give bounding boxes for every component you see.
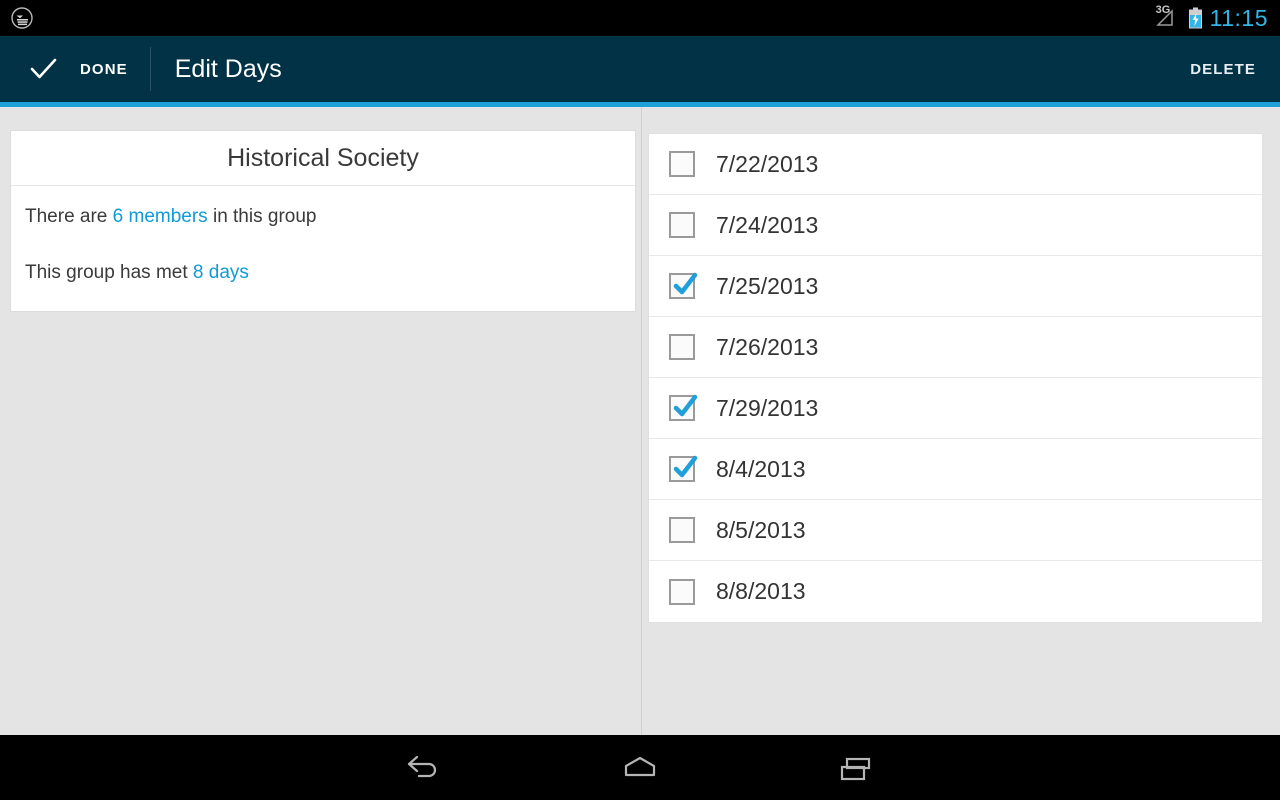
- date-label: 7/24/2013: [716, 211, 819, 238]
- checkbox-unchecked[interactable]: [669, 151, 695, 177]
- done-button[interactable]: DONE: [0, 36, 150, 102]
- status-bar: 3G 11:15: [0, 0, 1280, 36]
- app-notification-icon[interactable]: [10, 6, 34, 30]
- checkmark-icon: [673, 394, 698, 417]
- group-info-body: There are 6 members in this group This g…: [11, 186, 635, 311]
- checkbox-checked[interactable]: [669, 394, 698, 421]
- back-button[interactable]: [363, 750, 483, 786]
- right-panel: 7/22/2013 7/24/2013 7/25/2013 7/26/2013 7/29…: [642, 107, 1280, 735]
- checkmark-icon: [30, 58, 57, 79]
- checkmark-icon: [673, 455, 698, 478]
- date-row[interactable]: 7/22/2013: [649, 134, 1262, 195]
- members-count-value: 6 members: [112, 206, 208, 227]
- date-row[interactable]: 7/26/2013: [649, 317, 1262, 378]
- page-title: Edit Days: [174, 54, 282, 83]
- content-area: Historical Society There are 6 members i…: [0, 107, 1280, 735]
- checkmark-icon: [673, 272, 698, 295]
- network-type-label: 3G: [1155, 4, 1171, 16]
- recent-apps-button[interactable]: [797, 750, 917, 786]
- days-line-prefix: This group has met: [25, 262, 193, 283]
- checkbox-checked[interactable]: [669, 455, 698, 482]
- date-row[interactable]: 8/5/2013: [649, 500, 1262, 561]
- home-icon: [624, 756, 656, 776]
- status-bar-clock: 11:15: [1209, 5, 1268, 31]
- days-met-line: This group has met 8 days: [25, 260, 621, 285]
- date-row[interactable]: 8/8/2013: [649, 561, 1262, 622]
- members-count-line: There are 6 members in this group: [25, 204, 621, 229]
- members-line-suffix: in this group: [207, 206, 317, 227]
- date-row[interactable]: 8/4/2013: [649, 439, 1262, 500]
- checkbox-unchecked[interactable]: [669, 334, 695, 360]
- date-label: 8/5/2013: [716, 516, 806, 543]
- delete-button[interactable]: DELETE: [1190, 61, 1256, 78]
- status-bar-right: 3G 11:15: [1151, 4, 1280, 31]
- home-button[interactable]: [580, 750, 700, 786]
- left-panel: Historical Society There are 6 members i…: [0, 107, 641, 735]
- action-bar-divider: [149, 47, 151, 91]
- checkbox-unchecked[interactable]: [669, 517, 695, 543]
- back-arrow-icon: [407, 755, 437, 777]
- recent-apps-icon: [840, 757, 871, 780]
- date-label: 8/8/2013: [716, 578, 806, 604]
- date-row[interactable]: 7/25/2013: [649, 256, 1262, 317]
- system-navigation-bar: [0, 735, 1280, 800]
- checkbox-unchecked[interactable]: [669, 578, 695, 605]
- status-bar-left: [0, 6, 34, 30]
- signal-icon: 3G: [1151, 4, 1181, 30]
- checkbox-checked[interactable]: [669, 272, 698, 299]
- date-row[interactable]: 7/24/2013: [649, 195, 1262, 256]
- battery-charging-icon: [1188, 7, 1202, 29]
- group-name-title: Historical Society: [11, 131, 635, 186]
- checkbox-unchecked[interactable]: [669, 212, 695, 238]
- date-list: 7/22/2013 7/24/2013 7/25/2013 7/26/2013 7/29…: [648, 133, 1263, 623]
- days-met-value: 8 days: [192, 262, 249, 283]
- date-row[interactable]: 7/29/2013: [649, 378, 1262, 439]
- date-label: 7/25/2013: [716, 272, 819, 299]
- date-label: 7/29/2013: [716, 394, 819, 421]
- done-button-label: DONE: [80, 60, 128, 78]
- date-label: 7/22/2013: [716, 150, 819, 177]
- members-line-prefix: There are: [25, 206, 113, 227]
- date-label: 8/4/2013: [716, 455, 806, 482]
- action-bar: DONE Edit Days DELETE: [0, 36, 1280, 102]
- group-info-card: Historical Society There are 6 members i…: [10, 130, 636, 312]
- date-label: 7/26/2013: [716, 333, 819, 360]
